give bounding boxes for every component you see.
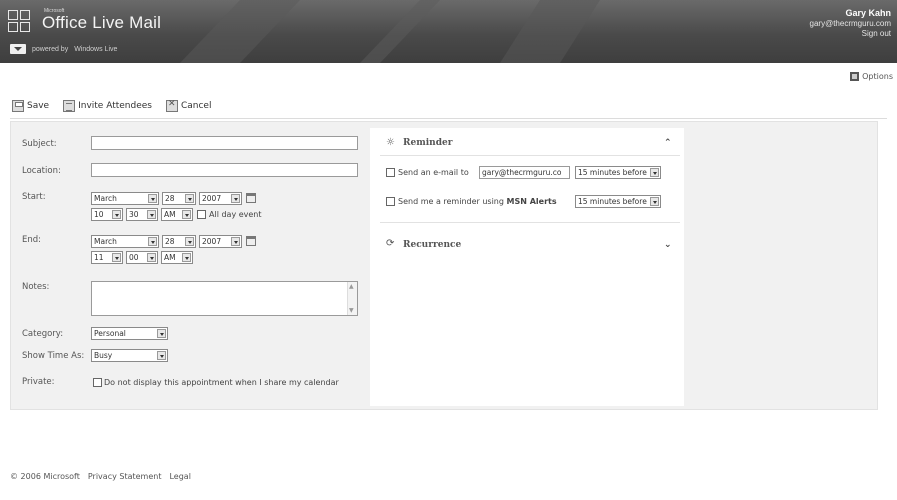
powered-by: powered by Windows Live <box>10 44 117 54</box>
save-icon <box>12 100 24 112</box>
subject-input[interactable] <box>91 136 358 150</box>
app-header: Microsoft Office Live Mail powered by Wi… <box>0 0 897 63</box>
reminder-title: Reminder <box>403 138 453 148</box>
end-calendar-icon[interactable] <box>246 236 256 246</box>
microsoft-label: Microsoft <box>44 8 65 14</box>
options-label: Options <box>862 72 893 81</box>
notes-label: Notes: <box>22 282 50 292</box>
location-label: Location: <box>22 166 61 176</box>
category-label: Category: <box>22 329 64 339</box>
start-label: Start: <box>22 192 46 202</box>
show-time-as-select[interactable]: Busy <box>91 349 168 362</box>
collapse-reminder-icon[interactable]: ⌃ <box>664 138 672 148</box>
cancel-icon <box>165 99 178 112</box>
recurrence-divider <box>380 222 680 223</box>
all-day-checkbox[interactable] <box>197 210 206 219</box>
end-ampm-select[interactable]: AM <box>161 251 193 264</box>
subject-label: Subject: <box>22 139 57 149</box>
invite-label: Invite Attendees <box>78 101 152 111</box>
invite-attendees-button[interactable]: Invite Attendees <box>63 100 152 112</box>
options-link[interactable]: Options <box>850 72 893 81</box>
notes-scrollbar[interactable] <box>347 282 357 315</box>
powered-by-label: powered by <box>32 45 69 53</box>
reminder-divider <box>380 155 680 156</box>
email-reminder-label: Send an e-mail to <box>398 168 469 177</box>
chevron-down-icon <box>650 168 659 177</box>
chevron-down-icon <box>147 210 156 219</box>
chevron-down-icon <box>182 253 191 262</box>
start-ampm-select[interactable]: AM <box>161 208 193 221</box>
chevron-down-icon <box>112 253 121 262</box>
chevron-down-icon <box>185 237 194 246</box>
email-reminder-time-select[interactable]: 15 minutes before <box>575 166 661 179</box>
end-hour-select[interactable]: 11 <box>91 251 123 264</box>
legal-link[interactable]: Legal <box>169 472 190 481</box>
save-button[interactable]: Save <box>12 100 49 112</box>
chevron-down-icon <box>148 194 157 203</box>
copyright-text: © 2006 Microsoft <box>10 472 80 481</box>
private-checkbox-label: Do not display this appointment when I s… <box>104 378 339 387</box>
all-day-label: All day event <box>209 210 262 219</box>
menu-dropdown-icon[interactable] <box>10 44 26 54</box>
privacy-statement-link[interactable]: Privacy Statement <box>88 472 162 481</box>
save-label: Save <box>27 101 50 111</box>
user-info: Gary Kahn gary@thecrmguru.com Sign out <box>810 8 891 38</box>
start-year-select[interactable]: 2007 <box>199 192 242 205</box>
recurrence-title[interactable]: Recurrence <box>403 240 461 250</box>
chevron-down-icon <box>157 329 166 338</box>
end-year-select[interactable]: 2007 <box>199 235 242 248</box>
chevron-down-icon <box>650 197 659 206</box>
msn-alert-label: Send me a reminder using MSN Alerts <box>398 197 557 206</box>
location-input[interactable] <box>91 163 358 177</box>
show-time-as-label: Show Time As: <box>22 351 85 361</box>
options-icon <box>850 72 860 81</box>
toolbar: Save Invite Attendees Cancel <box>12 99 212 112</box>
start-day-select[interactable]: 28 <box>162 192 196 205</box>
start-calendar-icon[interactable] <box>246 193 256 203</box>
office-live-logo[interactable]: Microsoft Office Live Mail <box>8 8 162 36</box>
footer: © 2006 Microsoft Privacy Statement Legal <box>10 472 191 481</box>
sign-out-link[interactable]: Sign out <box>810 29 891 38</box>
cancel-label: Cancel <box>180 101 212 111</box>
cancel-button[interactable]: Cancel <box>165 99 212 112</box>
user-email: gary@thecrmguru.com <box>809 19 891 28</box>
reminder-email-input[interactable] <box>479 166 570 179</box>
end-minute-select[interactable]: 00 <box>126 251 158 264</box>
chevron-down-icon <box>148 237 157 246</box>
start-minute-select[interactable]: 30 <box>126 208 158 221</box>
chevron-down-icon <box>182 210 191 219</box>
start-month-select[interactable]: March <box>91 192 159 205</box>
chevron-down-icon <box>185 194 194 203</box>
toolbar-divider <box>10 118 887 119</box>
start-hour-select[interactable]: 10 <box>91 208 123 221</box>
recurrence-icon: ⟳ <box>386 238 395 249</box>
chevron-down-icon <box>157 351 166 360</box>
email-reminder-checkbox[interactable] <box>386 168 395 177</box>
chevron-down-icon <box>231 237 240 246</box>
private-checkbox[interactable] <box>93 378 102 387</box>
invite-icon <box>63 100 76 112</box>
end-label: End: <box>22 235 42 245</box>
chevron-down-icon <box>112 210 121 219</box>
app-title: Office Live Mail <box>42 13 162 32</box>
reminder-icon: ☼ <box>386 137 395 148</box>
office-logo-icon <box>8 10 34 36</box>
msn-alert-checkbox[interactable] <box>386 197 395 206</box>
expand-recurrence-icon[interactable]: ⌄ <box>664 240 672 250</box>
chevron-down-icon <box>231 194 240 203</box>
end-month-select[interactable]: March <box>91 235 159 248</box>
msn-alert-time-select[interactable]: 15 minutes before <box>575 195 661 208</box>
private-label: Private: <box>22 377 55 387</box>
user-name: Gary Kahn <box>845 8 891 18</box>
windows-live-logo: Windows Live <box>74 45 118 53</box>
notes-textarea[interactable] <box>91 281 358 316</box>
chevron-down-icon <box>147 253 156 262</box>
end-day-select[interactable]: 28 <box>162 235 196 248</box>
category-select[interactable]: Personal <box>91 327 168 340</box>
